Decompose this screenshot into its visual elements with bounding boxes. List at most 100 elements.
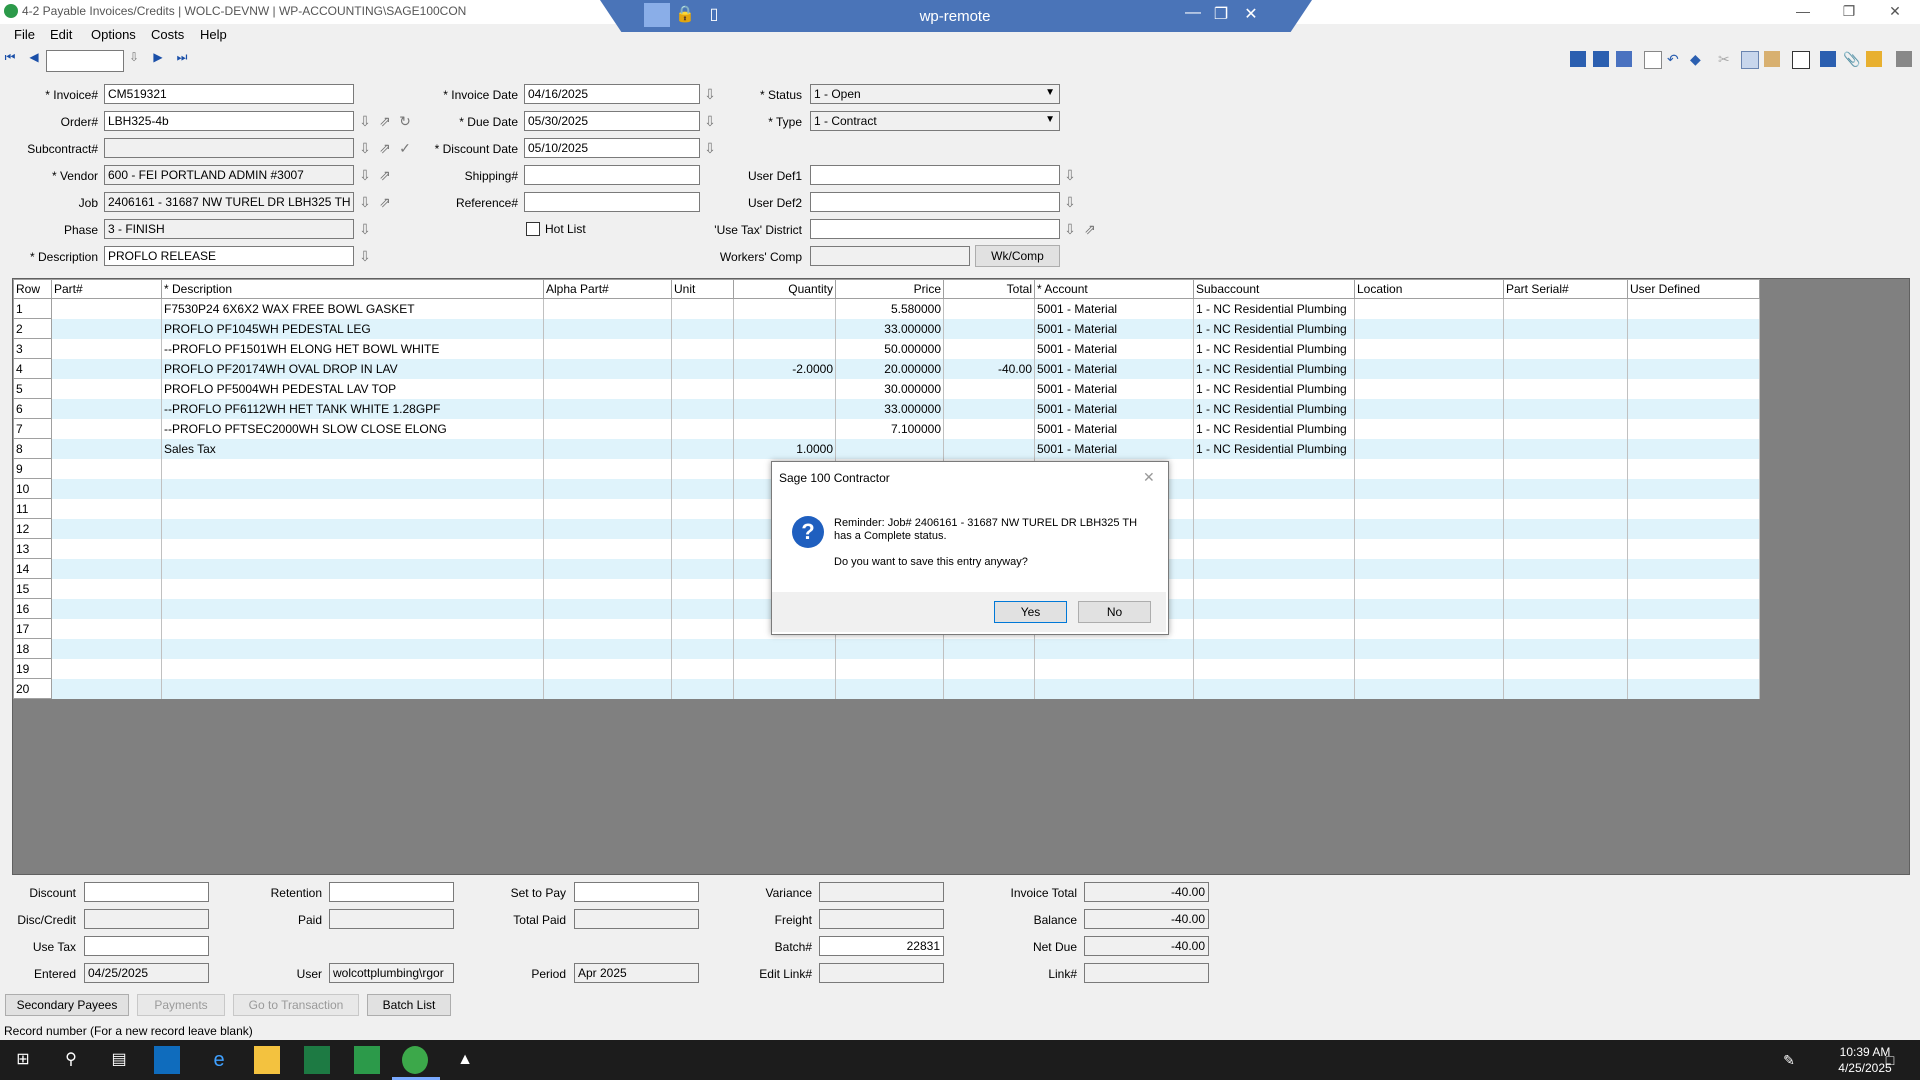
reference-field[interactable] (524, 192, 700, 212)
grid-cell[interactable] (1193, 598, 1355, 619)
grid-cell[interactable] (671, 638, 734, 659)
grid-cell[interactable] (51, 538, 162, 559)
grid-cell[interactable] (733, 418, 836, 439)
grid-cell[interactable] (543, 678, 672, 699)
grid-cell[interactable] (1193, 678, 1355, 699)
new-icon[interactable] (1644, 51, 1662, 69)
grid-cell[interactable] (1354, 358, 1504, 379)
subcontract-field[interactable] (104, 138, 354, 158)
grid-cell[interactable] (1503, 378, 1628, 399)
grid-cell[interactable] (1193, 558, 1355, 579)
invoice-date-field[interactable]: 04/16/2025 (524, 84, 700, 104)
pin-icon[interactable] (644, 3, 670, 27)
close-icon[interactable]: ✕ (1872, 0, 1918, 22)
menu-costs[interactable]: Costs (151, 27, 184, 42)
table-row[interactable]: 8 Sales Tax 1.0000 5001 - Material 1 - NC Re… (13, 438, 1760, 459)
menu-options[interactable]: Options (91, 27, 136, 42)
status-select[interactable]: 1 - Open ▼ (810, 84, 1060, 104)
grid-cell[interactable] (543, 338, 672, 359)
start-icon[interactable]: ⊞ (8, 1046, 38, 1074)
grid-cell[interactable]: -40.00 (943, 358, 1035, 379)
grid-cell[interactable] (51, 598, 162, 619)
grid-cell[interactable] (161, 538, 544, 559)
grid-header-4[interactable]: Unit (671, 279, 734, 299)
grid-cell[interactable] (161, 598, 544, 619)
menu-edit[interactable]: Edit (50, 27, 72, 42)
grid-cell[interactable] (161, 458, 544, 479)
grid-cell[interactable] (543, 658, 672, 679)
grid-cell[interactable] (1193, 498, 1355, 519)
job-goto-icon[interactable]: ⇗ (377, 194, 393, 211)
grid-cell[interactable] (1193, 458, 1355, 479)
grid-cell[interactable] (835, 438, 944, 459)
grid-cell[interactable] (543, 318, 672, 339)
grid-cell[interactable] (671, 618, 734, 639)
grid-cell[interactable] (51, 378, 162, 399)
grid-cell[interactable] (51, 298, 162, 319)
use-tax-district-field[interactable] (810, 219, 1060, 239)
grid-cell[interactable] (671, 438, 734, 459)
grid-cell[interactable] (543, 418, 672, 439)
grid-cell[interactable] (1193, 478, 1355, 499)
file-explorer-icon[interactable] (254, 1046, 280, 1074)
grid-cell[interactable]: 1 - NC Residential Plumbing (1193, 358, 1355, 379)
vendor-goto-icon[interactable]: ⇗ (377, 167, 393, 184)
save-icon[interactable] (1570, 51, 1586, 67)
grid-cell[interactable] (51, 478, 162, 499)
grid-cell[interactable]: 7.100000 (835, 418, 944, 439)
grid-cell[interactable] (1354, 518, 1504, 539)
search-icon[interactable]: ⚲ (56, 1046, 86, 1074)
grid-cell[interactable]: 50.000000 (835, 338, 944, 359)
grid-cell[interactable] (543, 458, 672, 479)
grid-cell[interactable] (1503, 658, 1628, 679)
subcontract-goto-icon[interactable]: ⇗ (377, 140, 393, 157)
grid-cell[interactable] (943, 438, 1035, 459)
grid-cell[interactable] (1354, 558, 1504, 579)
grid-cell[interactable] (1193, 538, 1355, 559)
prev-record-icon[interactable]: ◀ (26, 50, 42, 64)
grid-cell[interactable] (733, 658, 836, 679)
grid-cell[interactable] (671, 298, 734, 319)
grid-header-2[interactable]: * Description (161, 279, 544, 299)
description-lookup-icon[interactable]: ⇩ (357, 248, 373, 265)
grid-cell[interactable] (1627, 578, 1760, 599)
grid-cell[interactable] (1034, 658, 1194, 679)
subcontract-lookup-icon[interactable]: ⇩ (357, 140, 373, 157)
grid-cell[interactable] (1354, 338, 1504, 359)
grid-cell[interactable]: 33.000000 (835, 398, 944, 419)
grid-cell[interactable] (1503, 498, 1628, 519)
edit-icon[interactable] (1820, 51, 1836, 67)
save-all-icon[interactable] (1593, 51, 1609, 67)
grid-cell[interactable]: 5001 - Material (1034, 358, 1194, 379)
use-tax-field[interactable] (84, 936, 209, 956)
order-lookup-icon[interactable]: ⇩ (357, 113, 373, 130)
use-tax-lookup-icon[interactable]: ⇩ (1062, 221, 1078, 238)
grid-cell[interactable] (733, 298, 836, 319)
grid-cell[interactable] (1354, 298, 1504, 319)
print-icon[interactable] (1896, 51, 1912, 67)
edge-icon[interactable]: e (204, 1046, 234, 1074)
order-goto-icon[interactable]: ⇗ (377, 113, 393, 130)
grid-cell[interactable] (543, 578, 672, 599)
grid-cell[interactable] (1354, 678, 1504, 699)
grid-header-0[interactable]: Row (13, 279, 52, 299)
grid-cell[interactable] (161, 518, 544, 539)
table-row[interactable]: 20 (13, 678, 1760, 699)
grid-cell[interactable] (1503, 578, 1628, 599)
grid-cell[interactable] (943, 678, 1035, 699)
grid-cell[interactable] (543, 558, 672, 579)
grid-cell[interactable] (943, 658, 1035, 679)
shipping-field[interactable] (524, 165, 700, 185)
grid-cell[interactable] (51, 518, 162, 539)
grid-cell[interactable]: 1 - NC Residential Plumbing (1193, 378, 1355, 399)
grid-header-11[interactable]: Part Serial# (1503, 279, 1628, 299)
grid-cell[interactable] (671, 598, 734, 619)
grid-cell[interactable] (1354, 598, 1504, 619)
grid-header-8[interactable]: * Account (1034, 279, 1194, 299)
grid-cell[interactable] (733, 378, 836, 399)
grid-cell[interactable] (51, 358, 162, 379)
grid-cell[interactable] (671, 398, 734, 419)
grid-cell[interactable] (51, 658, 162, 679)
edit-link-field[interactable] (819, 963, 944, 983)
discount-field[interactable] (84, 882, 209, 902)
